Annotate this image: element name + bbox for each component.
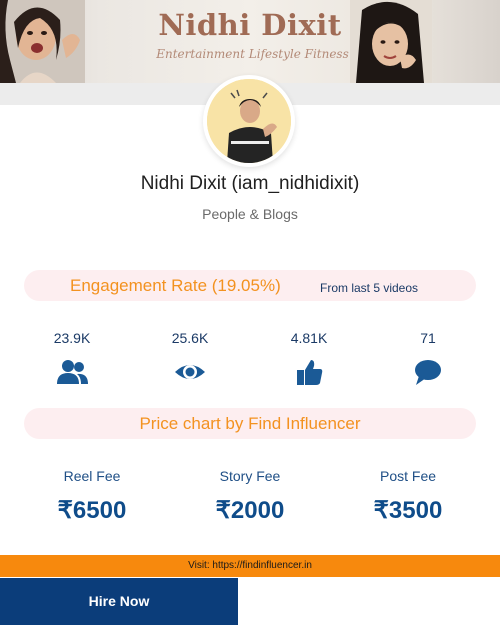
followers-icon	[57, 360, 88, 384]
story-fee-label: Story Fee	[219, 468, 281, 484]
post-fee-label: Post Fee	[379, 468, 437, 484]
price-chart-panel: Price chart by Find Influencer	[24, 408, 476, 439]
engagement-rate-panel: Engagement Rate (19.05%) From last 5 vid…	[24, 270, 476, 301]
avatar	[207, 79, 291, 163]
banner-photo-left	[0, 0, 85, 83]
influencer-category: People & Blogs	[202, 206, 298, 222]
engagement-rate-label: Engagement Rate (19.05%)	[70, 276, 281, 295]
followers-count: 23.9K	[53, 330, 91, 346]
comments-icon	[415, 360, 441, 385]
stat-likes: 4.81K	[264, 330, 354, 386]
views-count: 25.6K	[171, 330, 209, 346]
stat-followers: 23.9K	[27, 330, 117, 386]
banner-title: Nidhi Dixit	[158, 8, 342, 42]
reel-fee-label: Reel Fee	[63, 468, 121, 484]
visit-link[interactable]: Visit: https://findinfluencer.in	[0, 555, 500, 577]
engagement-rate-note: From last 5 videos	[320, 281, 419, 295]
likes-count: 4.81K	[290, 330, 328, 346]
comments-count: 71	[420, 330, 436, 346]
views-icon	[175, 365, 205, 379]
influencer-name: Nidhi Dixit (iam_nidhidixit)	[140, 173, 360, 194]
story-fee: Story Fee ₹2000	[180, 468, 320, 525]
post-fee: Post Fee ₹3500	[338, 468, 478, 525]
stat-comments: 71	[383, 330, 473, 386]
stat-views: 25.6K	[145, 330, 235, 386]
likes-icon	[297, 360, 323, 385]
banner-subtitle: Entertainment Lifestyle Fitness	[156, 47, 349, 61]
banner-photo-right	[350, 0, 432, 83]
price-chart-title: Price chart by Find Influencer	[139, 414, 361, 433]
hire-now-button[interactable]: Hire Now	[0, 578, 238, 625]
post-fee-value: ₹3500	[373, 497, 443, 524]
reel-fee-value: ₹6500	[57, 497, 127, 524]
story-fee-value: ₹2000	[215, 497, 285, 524]
reel-fee: Reel Fee ₹6500	[22, 468, 162, 525]
